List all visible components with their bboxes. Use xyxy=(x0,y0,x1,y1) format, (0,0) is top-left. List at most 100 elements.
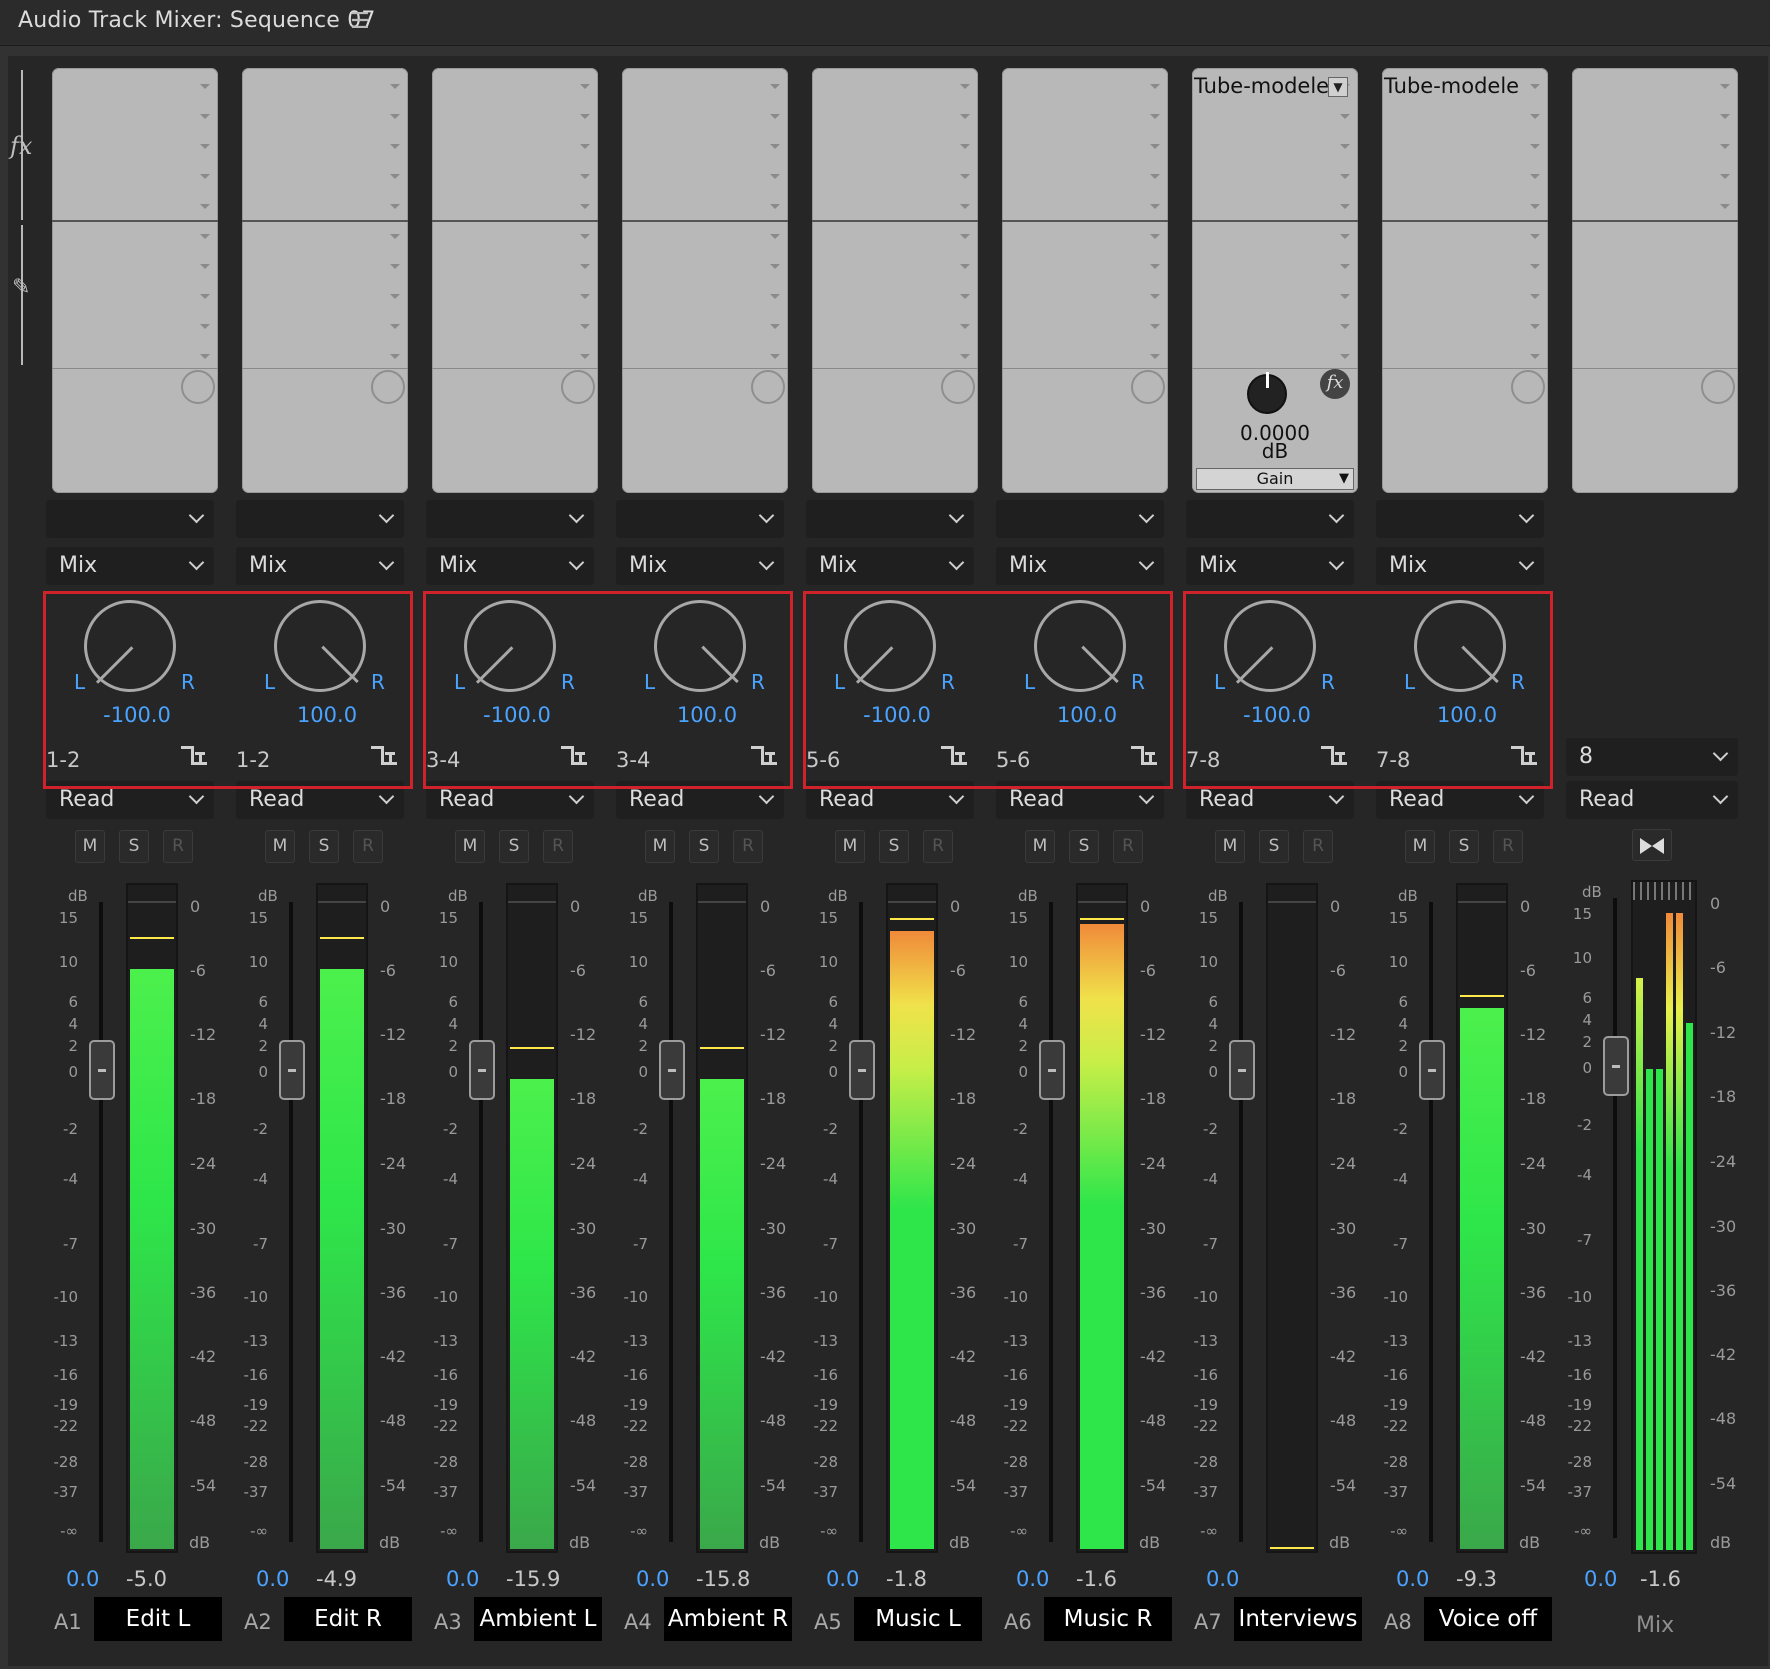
insert-slot-dropdown-icon[interactable] xyxy=(1720,84,1730,89)
send-slot-dropdown-icon[interactable] xyxy=(580,324,590,329)
record-enable-button[interactable]: R xyxy=(923,830,953,863)
effects-section-icon[interactable]: fx xyxy=(10,132,32,160)
insert-slot-dropdown-icon[interactable] xyxy=(390,144,400,149)
insert-slot-dropdown-icon[interactable] xyxy=(960,174,970,179)
insert-slot-dropdown-icon[interactable] xyxy=(770,114,780,119)
mute-button[interactable]: M xyxy=(265,830,295,863)
insert-slot-dropdown-icon[interactable] xyxy=(1720,144,1730,149)
output-mode-select[interactable]: Mix xyxy=(46,547,214,585)
insert-slot-dropdown-icon[interactable] xyxy=(1150,84,1160,89)
solo-button[interactable]: S xyxy=(1259,830,1289,863)
send-assignment-select[interactable] xyxy=(616,500,784,538)
send-volume-knob[interactable] xyxy=(371,370,405,404)
send-slot-dropdown-icon[interactable] xyxy=(1150,294,1160,299)
send-slot-dropdown-icon[interactable] xyxy=(770,294,780,299)
volume-fader[interactable] xyxy=(659,1040,685,1100)
insert-slot-dropdown-icon[interactable] xyxy=(390,204,400,209)
volume-fader[interactable] xyxy=(279,1040,305,1100)
meter-clip-indicator[interactable] xyxy=(128,885,176,903)
send-slot-dropdown-icon[interactable] xyxy=(200,294,210,299)
track-name-field[interactable]: Edit L xyxy=(94,1597,222,1641)
insert-slot-dropdown-icon[interactable] xyxy=(1530,114,1540,119)
effects-inserts-panel[interactable]: Tube-modele ▼ fx 0.0000 dB Gain ▼ xyxy=(1192,68,1358,493)
mute-button[interactable]: M xyxy=(1025,830,1055,863)
send-volume-knob[interactable] xyxy=(751,370,785,404)
effects-inserts-panel[interactable] xyxy=(622,68,788,493)
meter-clip-indicator[interactable] xyxy=(318,885,366,903)
send-slot-dropdown-icon[interactable] xyxy=(390,264,400,269)
meter-clip-indicator[interactable] xyxy=(1268,885,1316,903)
send-volume-knob[interactable] xyxy=(1131,370,1165,404)
send-volume-knob[interactable] xyxy=(561,370,595,404)
volume-fader[interactable] xyxy=(469,1040,495,1100)
track-name-field[interactable]: Edit R xyxy=(284,1597,412,1641)
effects-inserts-panel[interactable] xyxy=(52,68,218,493)
send-slot-dropdown-icon[interactable] xyxy=(1150,354,1160,359)
mute-button[interactable]: M xyxy=(1405,830,1435,863)
send-slot-dropdown-icon[interactable] xyxy=(200,324,210,329)
volume-value[interactable]: 0.0 xyxy=(1206,1567,1239,1591)
volume-fader[interactable] xyxy=(1419,1040,1445,1100)
insert-slot-dropdown-icon[interactable] xyxy=(1150,114,1160,119)
meter-clip-indicator[interactable] xyxy=(508,885,556,903)
insert-slot-dropdown-icon[interactable] xyxy=(1340,174,1350,179)
send-slot-dropdown-icon[interactable] xyxy=(1340,354,1350,359)
meter-clip-indicator[interactable] xyxy=(888,885,936,903)
send-slot-dropdown-icon[interactable] xyxy=(1530,294,1540,299)
insert-slot-dropdown-icon[interactable] xyxy=(1340,204,1350,209)
volume-value[interactable]: 0.0 xyxy=(1016,1567,1049,1591)
insert-slot-dropdown-icon[interactable] xyxy=(1530,84,1540,89)
send-slot-dropdown-icon[interactable] xyxy=(580,264,590,269)
insert-slot-dropdown-icon[interactable] xyxy=(580,114,590,119)
send-slot-dropdown-icon[interactable] xyxy=(390,354,400,359)
send-slot-dropdown-icon[interactable] xyxy=(1530,234,1540,239)
insert-slot-dropdown-icon[interactable] xyxy=(1530,174,1540,179)
send-volume-knob[interactable] xyxy=(1511,370,1545,404)
effects-inserts-panel[interactable] xyxy=(432,68,598,493)
record-enable-button[interactable]: R xyxy=(543,830,573,863)
send-slot-dropdown-icon[interactable] xyxy=(1150,234,1160,239)
master-effects-panel[interactable] xyxy=(1572,68,1738,493)
output-mode-select[interactable]: Mix xyxy=(806,547,974,585)
insert-slot-dropdown-icon[interactable] xyxy=(960,144,970,149)
effects-inserts-panel[interactable] xyxy=(812,68,978,493)
effects-inserts-panel[interactable] xyxy=(1002,68,1168,493)
send-assignment-select[interactable] xyxy=(996,500,1164,538)
effect-param-knob[interactable] xyxy=(1247,372,1287,414)
track-name-field[interactable]: Ambient L xyxy=(474,1597,602,1641)
send-slot-dropdown-icon[interactable] xyxy=(390,324,400,329)
mute-button[interactable]: M xyxy=(835,830,865,863)
insert-slot-dropdown-icon[interactable] xyxy=(770,84,780,89)
insert-slot-dropdown-icon[interactable] xyxy=(200,114,210,119)
output-mode-select[interactable]: Mix xyxy=(1186,547,1354,585)
insert-slot-dropdown-icon[interactable] xyxy=(1340,114,1350,119)
master-automation-select[interactable]: Read xyxy=(1566,781,1738,819)
effect-name[interactable]: Tube-modele xyxy=(1194,74,1329,98)
insert-slot-dropdown-icon[interactable] xyxy=(390,174,400,179)
effect-param-select[interactable]: Gain ▼ xyxy=(1196,468,1354,490)
meter-clip-indicators[interactable] xyxy=(1633,882,1695,900)
insert-slot-dropdown-icon[interactable] xyxy=(960,114,970,119)
insert-slot-dropdown-icon[interactable] xyxy=(770,204,780,209)
output-mode-select[interactable]: Mix xyxy=(1376,547,1544,585)
send-slot-dropdown-icon[interactable] xyxy=(770,324,780,329)
insert-slot-dropdown-icon[interactable] xyxy=(1340,144,1350,149)
insert-slot-dropdown-icon[interactable] xyxy=(1150,144,1160,149)
insert-slot-dropdown-icon[interactable] xyxy=(770,144,780,149)
send-slot-dropdown-icon[interactable] xyxy=(580,354,590,359)
send-slot-dropdown-icon[interactable] xyxy=(770,234,780,239)
insert-slot-dropdown-icon[interactable] xyxy=(770,174,780,179)
solo-button[interactable]: S xyxy=(119,830,149,863)
master-volume-fader[interactable] xyxy=(1603,1036,1629,1096)
send-slot-dropdown-icon[interactable] xyxy=(1150,324,1160,329)
volume-fader[interactable] xyxy=(1039,1040,1065,1100)
send-slot-dropdown-icon[interactable] xyxy=(960,324,970,329)
solo-button[interactable]: S xyxy=(499,830,529,863)
mute-button[interactable]: M xyxy=(455,830,485,863)
output-mode-select[interactable]: Mix xyxy=(426,547,594,585)
send-slot-dropdown-icon[interactable] xyxy=(580,294,590,299)
send-slot-dropdown-icon[interactable] xyxy=(1340,324,1350,329)
track-name-field[interactable]: Ambient R xyxy=(664,1597,792,1641)
insert-slot-dropdown-icon[interactable] xyxy=(960,204,970,209)
record-enable-button[interactable]: R xyxy=(1493,830,1523,863)
